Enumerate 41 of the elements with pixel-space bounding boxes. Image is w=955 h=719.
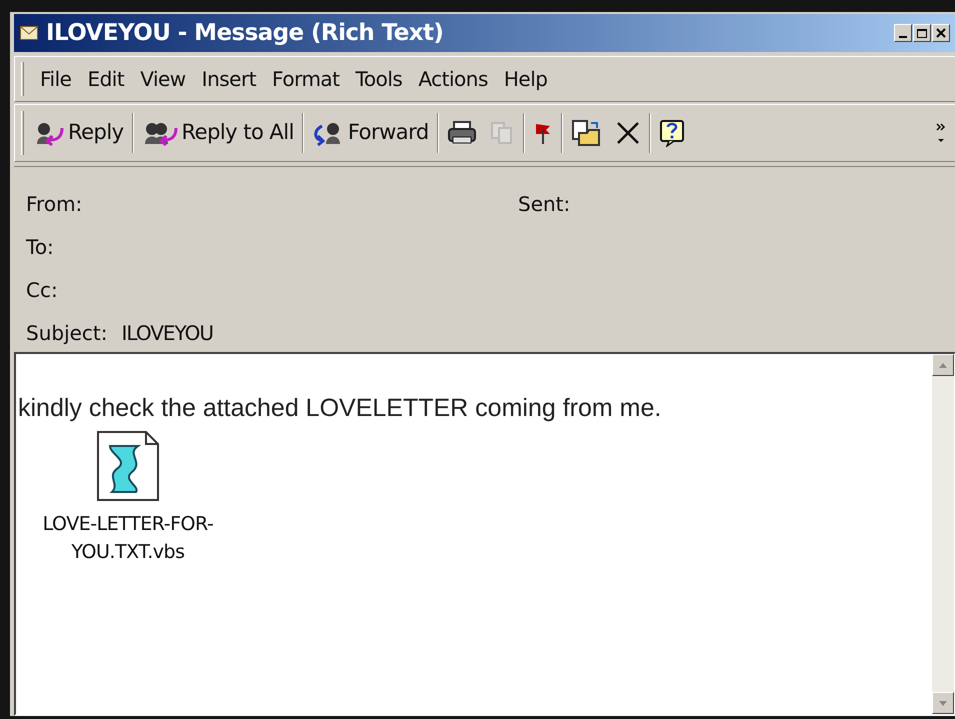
menu-item[interactable]: Help — [498, 64, 554, 94]
message-text: kindly check the attached LOVELETTER coming from me. — [18, 393, 662, 424]
menu-item[interactable]: Edit — [81, 64, 130, 94]
menu-item[interactable]: View — [134, 64, 192, 94]
copy-icon — [488, 120, 515, 146]
subject-label: Subject: — [26, 320, 108, 347]
envelope-icon — [20, 26, 38, 40]
delete-icon — [614, 120, 641, 146]
menu-item[interactable]: File — [34, 64, 78, 94]
menu-item[interactable]: Tools — [350, 64, 408, 94]
menu-item[interactable]: Insert — [196, 64, 262, 94]
minimize-icon — [899, 36, 907, 38]
help-icon — [658, 119, 685, 147]
toolbar-button[interactable]: Forward — [306, 111, 435, 155]
toolbar-button[interactable]: Reply to All — [136, 111, 300, 155]
sent-label: Sent: — [518, 191, 570, 218]
subject-value: ILOVEYOU — [122, 320, 214, 347]
down-arrow-icon — [939, 700, 947, 706]
scroll-up-button[interactable] — [932, 354, 954, 376]
scroll-down-button[interactable] — [932, 692, 954, 714]
close-button[interactable] — [932, 24, 950, 42]
printer-icon — [446, 120, 477, 146]
maximize-icon — [917, 28, 927, 38]
toolbar-button[interactable]: Reply — [28, 111, 130, 155]
attachment-filename: LOVE-LETTER-FOR- — [42, 512, 214, 536]
cc-label: Cc: — [26, 277, 59, 304]
folder-document-icon — [570, 119, 603, 147]
menu-item[interactable]: Actions — [412, 64, 494, 94]
minimize-button[interactable] — [894, 24, 912, 42]
attachment-filename: YOU.TXT.vbs — [71, 540, 185, 564]
scrollbar[interactable] — [932, 354, 954, 714]
from-label: From: — [26, 191, 84, 218]
reply-people-icon — [34, 120, 64, 146]
script-file-icon — [96, 430, 160, 502]
menu-item[interactable]: Format — [266, 64, 346, 94]
maximize-button[interactable] — [913, 24, 931, 42]
window-title: ILOVEYOU - Message (Rich Text) — [46, 18, 444, 48]
attachment[interactable]: LOVE-LETTER-FOR- YOU.TXT.vbs — [18, 428, 238, 566]
close-icon — [936, 28, 946, 38]
up-arrow-icon — [939, 362, 947, 368]
to-label: To: — [26, 234, 55, 261]
